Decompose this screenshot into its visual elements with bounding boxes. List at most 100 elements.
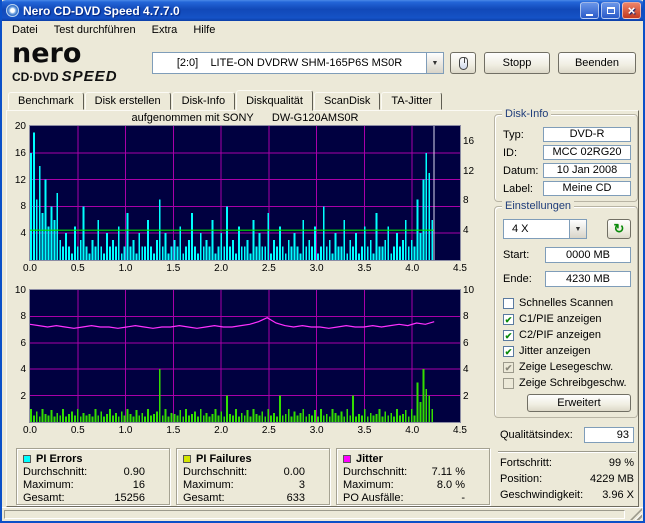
disk-label-label: Label:	[503, 183, 543, 195]
quit-button[interactable]: Beenden	[558, 52, 636, 74]
stat-value: 0.00	[284, 466, 305, 479]
axis-tick: 12	[6, 175, 26, 186]
settings-group: Einstellungen 4 X ▼ ↻ Start:0000 MB Ende…	[494, 206, 638, 418]
quality-chart	[30, 290, 460, 422]
stat-label: Durchschnitt:	[343, 466, 407, 479]
checkbox-schnelles-scannen[interactable]: Schnelles Scannen	[503, 295, 635, 311]
speed-label: Geschwindigkeit:	[500, 489, 583, 502]
checkbox-zeige-schreibgeschw[interactable]: Zeige Schreibgeschw.	[503, 375, 635, 391]
tab-ta-jitter[interactable]: TA-Jitter	[381, 92, 442, 110]
stat-label: Durchschnitt:	[23, 466, 87, 479]
tab-scandisk[interactable]: ScanDisk	[314, 92, 380, 110]
checkbox-c2-pif-anzeigen[interactable]: ✔C2/PIF anzeigen	[503, 327, 635, 343]
axis-tick: 16	[463, 136, 479, 147]
axis-tick: 0.5	[71, 425, 85, 436]
stop-button[interactable]: Stopp	[484, 52, 550, 74]
checkbox-icon[interactable]: ✔	[503, 346, 514, 357]
axis-tick: 6	[463, 338, 479, 349]
stat-box-jitter: Jitter Durchschnitt:7.11 % Maximum:8.0 %…	[336, 448, 490, 505]
axis-tick: 0.5	[71, 263, 85, 274]
end-field[interactable]: 4230 MB	[545, 271, 631, 287]
jitter-color-swatch	[343, 455, 351, 463]
stat-label: Maximum:	[23, 479, 74, 492]
tab-disk-erstellen[interactable]: Disk erstellen	[85, 92, 171, 110]
axis-tick: 4.0	[405, 425, 419, 436]
menu-item-datei[interactable]: Datei	[4, 23, 46, 37]
start-field[interactable]: 0000 MB	[545, 247, 631, 263]
resize-grip[interactable]	[630, 508, 642, 520]
checkbox-c1-pie-anzeigen[interactable]: ✔ C1/PIE anzeigen	[503, 311, 635, 327]
axis-tick: 3.5	[357, 263, 371, 274]
checkbox-jitter-anzeigen[interactable]: ✔Jitter anzeigen	[503, 343, 635, 359]
menu-item-extra[interactable]: Extra	[144, 23, 186, 37]
tab-benchmark[interactable]: Benchmark	[8, 92, 84, 110]
stat-value: 7.11 %	[432, 466, 465, 479]
axis-tick: 8	[6, 311, 26, 322]
menu-item-hilfe[interactable]: Hilfe	[185, 23, 223, 37]
checkbox-label: Zeige Lesegeschw.	[519, 361, 613, 373]
checkbox-icon[interactable]: ✔	[503, 362, 514, 373]
menu-item-test-durchfuehren[interactable]: Test durchführen	[46, 23, 144, 37]
axis-tick: 3.0	[310, 425, 324, 436]
position-label: Position:	[500, 473, 542, 486]
axis-tick: 8	[463, 311, 479, 322]
axis-tick: 2.0	[214, 263, 228, 274]
progress-label: Fortschritt:	[500, 457, 552, 470]
pi-errors-y-axis-left: 48121620	[6, 126, 28, 260]
logo-cddvd-text: CD·DVD	[12, 70, 59, 84]
nero-brand-text: nero	[12, 40, 152, 67]
tab-strip: Benchmark Disk erstellen Disk-Info Diskq…	[8, 90, 443, 110]
stat-label: Durchschnitt:	[183, 466, 247, 479]
refresh-button[interactable]: ↻	[607, 219, 631, 239]
speed-combobox-value: 4 X	[504, 220, 569, 238]
tab-disk-info[interactable]: Disk-Info	[172, 92, 235, 110]
axis-tick: 8	[6, 201, 26, 212]
advanced-button[interactable]: Erweitert	[527, 394, 631, 412]
disk-date-label: Datum:	[503, 165, 543, 177]
axis-tick: 2.5	[262, 425, 276, 436]
checkbox-icon[interactable]	[503, 378, 514, 389]
quality-index-label: Qualitätsindex:	[500, 429, 573, 441]
menu-bar: Datei Test durchführen Extra Hilfe	[2, 21, 643, 38]
checkbox-zeige-lesegeschw[interactable]: ✔ Zeige Lesegeschw.	[503, 359, 635, 375]
axis-tick: 2	[6, 391, 26, 402]
quality-x-axis: 0.00.51.01.52.02.53.03.54.04.5	[30, 425, 460, 437]
settings-caption: Einstellungen	[502, 200, 574, 212]
separator	[498, 451, 636, 453]
axis-tick: 3.5	[357, 425, 371, 436]
axis-tick: 20	[6, 121, 26, 132]
checkbox-label: C1/PIE anzeigen	[519, 313, 602, 325]
checkbox-icon[interactable]	[503, 298, 514, 309]
window-title: Nero CD-DVD Speed 4.7.7.0	[23, 4, 578, 18]
axis-tick: 2.0	[214, 425, 228, 436]
axis-tick: 4	[6, 228, 26, 239]
checkbox-label: Schnelles Scannen	[519, 297, 613, 309]
axis-tick: 1.5	[166, 425, 180, 436]
axis-tick: 4	[463, 225, 479, 236]
disk-date-value: 10 Jan 2008	[543, 163, 631, 178]
stat-value: 16	[133, 479, 145, 492]
checkbox-icon[interactable]: ✔	[503, 314, 514, 325]
axis-tick: 0.0	[23, 263, 37, 274]
stat-box-pi-failures: PI Failures Durchschnitt:0.00 Maximum:3 …	[176, 448, 330, 505]
mouse-settings-button[interactable]	[450, 52, 476, 74]
drive-combobox-value: [2:0] LITE-ON DVDRW SHM-165P6S MS0R	[153, 53, 426, 73]
minimize-button[interactable]	[580, 2, 599, 19]
cd-disc-icon	[6, 4, 19, 17]
close-button[interactable]: ×	[622, 2, 641, 19]
checkbox-icon[interactable]: ✔	[503, 330, 514, 341]
maximize-button[interactable]	[601, 2, 620, 19]
title-bar[interactable]: Nero CD-DVD Speed 4.7.7.0 ×	[0, 0, 645, 21]
mouse-icon	[459, 57, 468, 70]
status-bar	[2, 507, 643, 521]
checkbox-label: Zeige Schreibgeschw.	[519, 377, 627, 389]
stat-value: 8.0 %	[437, 479, 465, 492]
maximize-icon	[607, 7, 615, 14]
speed-select-combobox[interactable]: 4 X ▼	[503, 219, 587, 239]
pi-errors-x-axis: 0.00.51.01.52.02.53.03.54.04.5	[30, 263, 460, 275]
drive-select-combobox[interactable]: [2:0] LITE-ON DVDRW SHM-165P6S MS0R ▼	[152, 52, 444, 74]
stat-title: PI Errors	[36, 453, 82, 465]
chevron-down-icon[interactable]: ▼	[569, 220, 586, 238]
chevron-down-icon[interactable]: ▼	[426, 53, 443, 73]
tab-diskqualitaet[interactable]: Diskqualität	[236, 90, 313, 111]
